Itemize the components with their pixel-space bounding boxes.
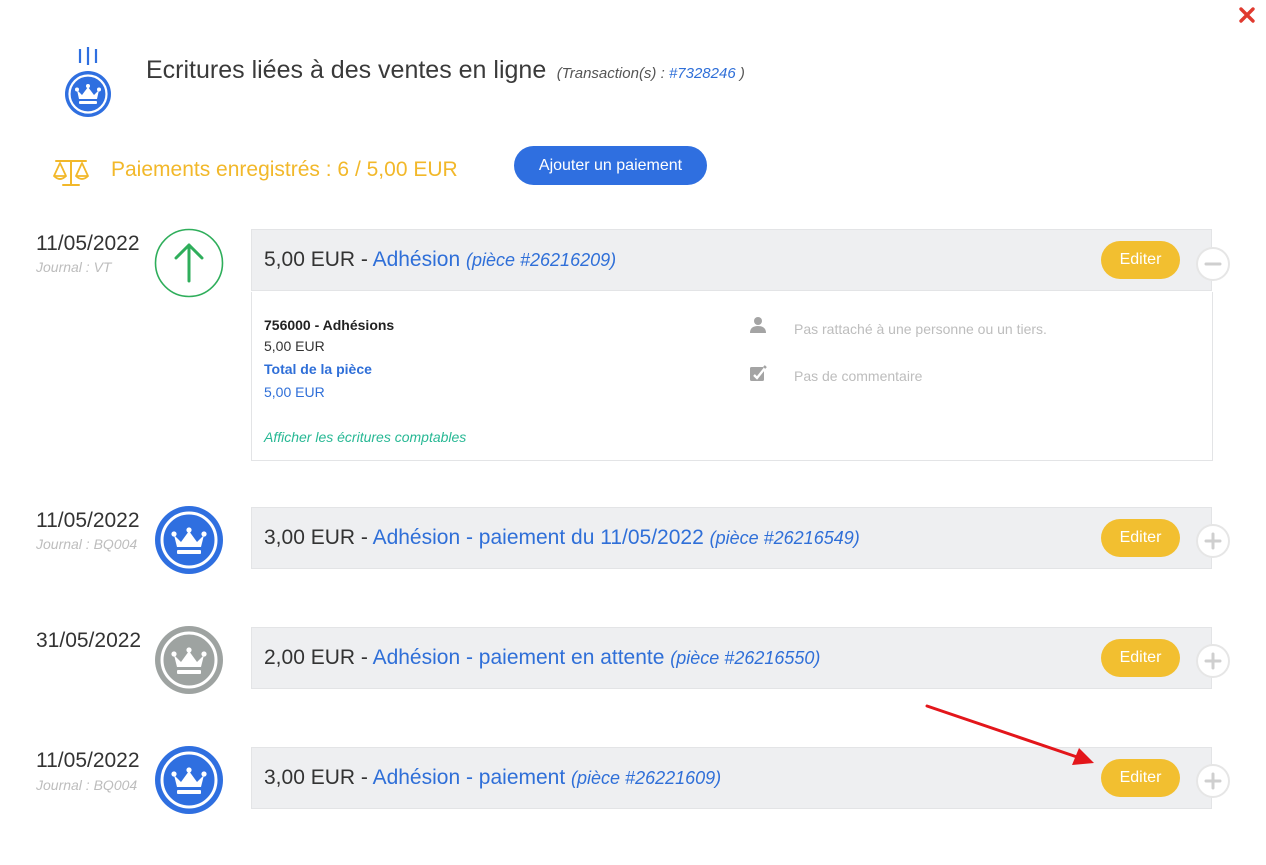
- entry-row: 2,00 EUR - Adhésion - paiement en attent…: [251, 627, 1212, 689]
- entry-amount: 3,00 EUR: [264, 526, 356, 549]
- entry-label[interactable]: Adhésion - paiement en attente: [373, 646, 665, 669]
- crown-coin-icon: [65, 47, 111, 117]
- entry-date: 11/05/2022: [36, 509, 140, 532]
- entry-label[interactable]: Adhésion: [373, 248, 461, 271]
- entry-separator: -: [355, 526, 373, 549]
- entry-details: 756000 - Adhésions 5,00 EUR Total de la …: [251, 292, 1213, 461]
- detail-comment: Pas de commentaire: [794, 368, 923, 384]
- entry-label[interactable]: Adhésion - paiement du 11/05/2022: [373, 526, 704, 549]
- annotation-arrow-icon: [925, 704, 1094, 765]
- transaction-suffix: ): [735, 65, 745, 82]
- close-icon: [1239, 7, 1255, 23]
- expand-button[interactable]: [1196, 764, 1230, 798]
- transaction-prefix: (Transaction(s) :: [556, 65, 669, 82]
- plus-icon: [1204, 772, 1222, 790]
- entry-journal: Journal : BQ004: [36, 777, 138, 793]
- edit-note-icon: [750, 365, 767, 381]
- balance-scale-icon: [53, 160, 89, 186]
- entry-piece[interactable]: (pièce #26216549): [710, 528, 860, 548]
- arrow-up-icon: [154, 228, 224, 298]
- entry-row: 3,00 EUR - Adhésion - paiement du 11/05/…: [251, 507, 1212, 569]
- entry-separator: -: [355, 248, 373, 271]
- close-button[interactable]: [1234, 2, 1260, 28]
- detail-total-label: Total de la pièce: [264, 361, 372, 377]
- expand-button[interactable]: [1196, 644, 1230, 678]
- add-payment-button[interactable]: Ajouter un paiement: [514, 146, 707, 185]
- entry-date: 11/05/2022: [36, 749, 140, 772]
- entry-amount: 3,00 EUR: [264, 766, 356, 789]
- plus-icon: [1204, 652, 1222, 670]
- plus-icon: [1204, 532, 1222, 550]
- entry-date: 11/05/2022: [36, 232, 140, 255]
- entry-piece[interactable]: (pièce #26221609): [571, 768, 721, 788]
- edit-button[interactable]: Editer: [1101, 759, 1180, 797]
- edit-button[interactable]: Editer: [1101, 639, 1180, 677]
- entry-date: 31/05/2022: [36, 629, 142, 652]
- entry-label[interactable]: Adhésion - paiement: [373, 766, 566, 789]
- crown-icon: [155, 626, 223, 694]
- entry-piece[interactable]: (pièce #26216550): [670, 648, 820, 668]
- person-icon: [750, 317, 766, 333]
- entry-row: 5,00 EUR - Adhésion (pièce #26216209) Ed…: [251, 229, 1212, 291]
- detail-amount: 5,00 EUR: [264, 338, 325, 354]
- page-title: Ecritures liées à des ventes en ligne: [146, 56, 547, 84]
- entry-journal: Journal : VT: [36, 259, 112, 275]
- edit-button[interactable]: Editer: [1101, 241, 1180, 279]
- entry-separator: -: [355, 646, 373, 669]
- show-accounting-entries-link[interactable]: Afficher les écritures comptables: [264, 429, 466, 445]
- detail-person: Pas rattaché à une personne ou un tiers.: [794, 321, 1047, 337]
- page-header: Ecritures liées à des ventes en ligne (T…: [146, 56, 745, 85]
- payments-summary: Paiements enregistrés : 6 / 5,00 EUR: [111, 158, 458, 181]
- entry-amount: 5,00 EUR: [264, 248, 356, 271]
- edit-button[interactable]: Editer: [1101, 519, 1180, 557]
- detail-account: 756000 - Adhésions: [264, 317, 395, 333]
- entry-amount: 2,00 EUR: [264, 646, 356, 669]
- transaction-link[interactable]: #7328246: [669, 65, 736, 82]
- transaction-ref: (Transaction(s) : #7328246 ): [557, 65, 745, 82]
- detail-total-amount: 5,00 EUR: [264, 384, 325, 400]
- crown-icon: [155, 506, 223, 574]
- entry-separator: -: [355, 766, 373, 789]
- entry-piece[interactable]: (pièce #26216209): [466, 250, 616, 270]
- entry-journal: Journal : BQ004: [36, 536, 138, 552]
- collapse-button[interactable]: [1196, 247, 1230, 281]
- crown-icon: [155, 746, 223, 814]
- minus-icon: [1204, 262, 1222, 266]
- expand-button[interactable]: [1196, 524, 1230, 558]
